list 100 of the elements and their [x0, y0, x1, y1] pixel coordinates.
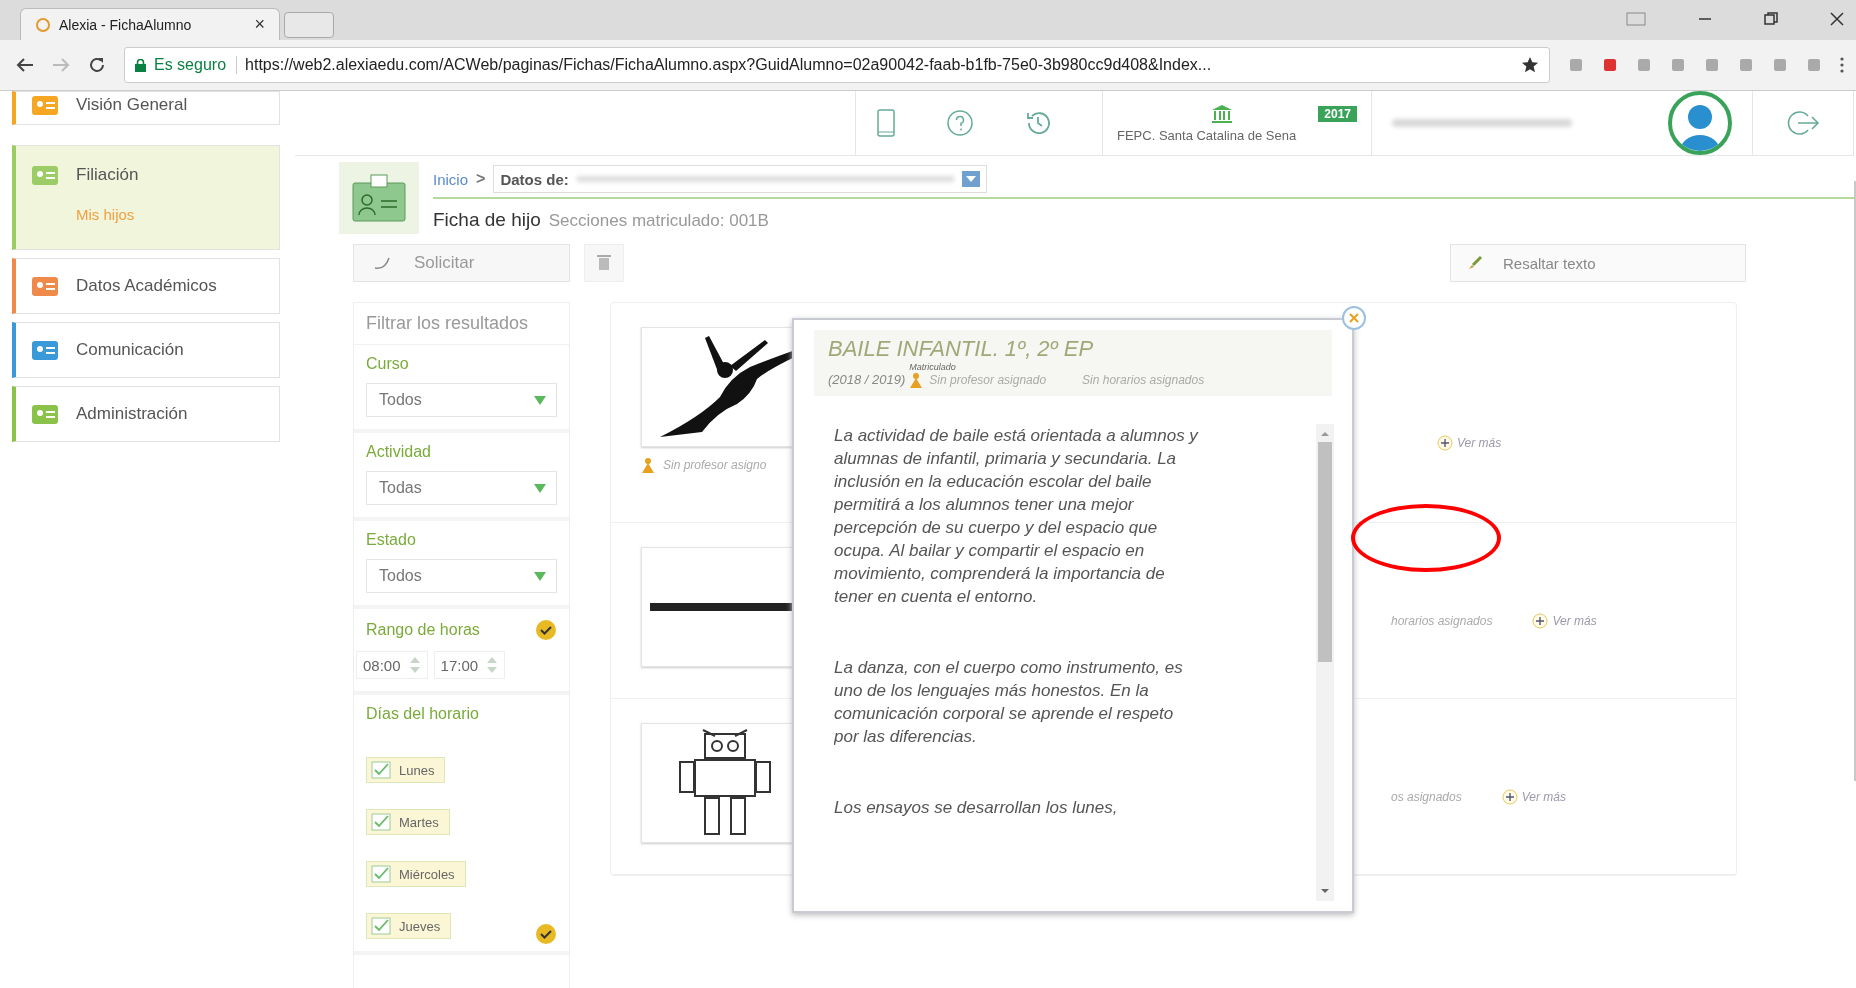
school-name: FEPC. Santa Catalina de Sena: [1117, 127, 1298, 143]
see-more-link[interactable]: Ver más: [1501, 788, 1566, 805]
curve-icon: [374, 256, 392, 270]
filter-label: Estado: [366, 531, 416, 549]
breadcrumb-separator: >: [476, 170, 486, 188]
schedule-text: Sin horarios asignados: [1082, 373, 1205, 387]
day-checkbox[interactable]: Lunes: [366, 757, 446, 783]
highlight-text-button[interactable]: Resaltar texto: [1450, 244, 1746, 282]
logout-icon[interactable]: [1786, 108, 1820, 138]
enrollment-status: Matriculado: [909, 362, 957, 372]
school-building-icon: [1211, 103, 1233, 124]
popup-scrollbar[interactable]: [1316, 424, 1334, 901]
home-link[interactable]: Inicio: [433, 170, 469, 188]
dropdown-arrow-icon: [532, 481, 548, 495]
filter-label: Rango de horas: [366, 621, 480, 639]
check-badge-icon: [535, 619, 557, 641]
filter-label: Actividad: [366, 443, 431, 461]
see-more-link[interactable]: Ver más: [1532, 612, 1597, 629]
checkbox-icon: [371, 761, 391, 779]
person-icon: [909, 372, 924, 388]
new-tab-button[interactable]: [284, 12, 334, 38]
plus-circle-icon: [1437, 434, 1453, 451]
sidebar-item[interactable]: Administración: [12, 386, 280, 442]
year-badge: 2017: [1318, 105, 1357, 122]
filter-select[interactable]: Todos: [366, 383, 557, 417]
reload-icon[interactable]: [88, 56, 106, 74]
sidebar-label: Visión General: [76, 95, 188, 115]
description-paragraph: Los ensayos se desarrollan los lunes,: [834, 797, 1119, 819]
school-year: (2018 / 2019): [828, 371, 906, 388]
see-more-link[interactable]: Ver más: [1437, 434, 1502, 451]
sidebar-label: Datos Académicos: [76, 276, 217, 296]
dropdown-arrow-icon: [532, 569, 548, 583]
check-badge-icon: [535, 923, 557, 945]
page-title: Ficha de hijo: [433, 209, 541, 231]
scroll-down-icon[interactable]: [1320, 887, 1330, 895]
address-field[interactable]: Es seguro https://web2.alexiaedu.com/ACWeb/paginas/Fichas/FichaAlumno.aspx?GuidAlumno=02a90042-faab-b1fb-75e0-3b980cc9d408&Index...: [124, 47, 1550, 83]
back-icon[interactable]: [16, 57, 34, 73]
security-label: Es seguro: [154, 56, 238, 74]
filter-label: Curso: [366, 355, 409, 373]
extension-icon[interactable]: [1602, 57, 1618, 73]
sidebar-item[interactable]: Filiación Mis hijos: [12, 145, 280, 250]
lock-icon: [135, 58, 146, 72]
delete-button[interactable]: [584, 244, 624, 282]
filter-title: Filtrar los resultados: [354, 303, 569, 345]
extension-icon[interactable]: [1806, 57, 1822, 73]
restore-icon[interactable]: [1764, 12, 1778, 26]
sidebar-label: Comunicación: [76, 340, 184, 360]
extension-icon[interactable]: [1670, 57, 1686, 73]
time-spinner[interactable]: 08:00: [356, 651, 428, 679]
extension-icon[interactable]: [1636, 57, 1652, 73]
checkbox-icon: [371, 865, 391, 883]
sidebar-item[interactable]: Comunicación: [12, 322, 280, 378]
brush-icon: [1467, 255, 1483, 271]
sidebar-label: Administración: [76, 404, 188, 424]
site-icon: [35, 16, 51, 33]
trash-icon: [596, 252, 612, 271]
dropdown-arrow-icon: [532, 393, 548, 407]
description-paragraph: La danza, con el cuerpo como instrumento, es uno de los lenguajes más honestos. En la comunicación corporal se aprende el respeto por las diferencias.: [834, 657, 1184, 748]
sidebar-label: Filiación: [76, 165, 139, 185]
user-avatar[interactable]: [1668, 91, 1732, 155]
help-icon[interactable]: [946, 109, 974, 137]
day-checkbox[interactable]: Jueves: [366, 913, 452, 939]
checkbox-icon: [371, 917, 391, 935]
activity-title: BAILE INFANTIL. 1º, 2º EP: [828, 336, 1095, 362]
plus-circle-icon: [1501, 788, 1518, 805]
extension-icon[interactable]: [1704, 57, 1720, 73]
filter-label: Días del horario: [366, 705, 479, 723]
forward-icon[interactable]: [52, 57, 70, 73]
extension-icon[interactable]: [1772, 57, 1788, 73]
url-text: https://web2.alexiaedu.com/ACWeb/paginas/Fichas/FichaAlumno.aspx?GuidAlumno=02a90042-faab-b1fb-75e0-3b980cc9d408&Index...: [245, 56, 1213, 74]
teacher-text: Sin profesor asignado: [929, 373, 1047, 387]
extension-icon[interactable]: [1738, 57, 1754, 73]
filter-select[interactable]: Todas: [366, 471, 557, 505]
filter-select[interactable]: Todos: [366, 559, 557, 593]
day-checkbox[interactable]: Miércoles: [366, 861, 466, 887]
browser-tab[interactable]: Alexia - FichaAlumno ×: [20, 8, 280, 40]
tab-title: Alexia - FichaAlumno: [59, 16, 193, 33]
plus-circle-icon: [1532, 612, 1549, 629]
teacher-text: Sin profesor asigno: [663, 458, 767, 472]
schedule-text: os asignados: [1391, 789, 1462, 804]
schedule-text: horarios asignados: [1391, 613, 1493, 628]
extension-icon[interactable]: [1568, 57, 1584, 73]
history-icon[interactable]: [1024, 109, 1052, 137]
id-card-icon: [339, 162, 419, 234]
sidebar-item[interactable]: Datos Académicos: [12, 258, 280, 314]
day-checkbox[interactable]: Martes: [366, 809, 450, 835]
close-icon[interactable]: [1830, 12, 1844, 26]
menu-icon[interactable]: [1840, 57, 1844, 73]
description-paragraph: La actividad de baile está orientada a alumnos y alumnas de infantil, primaria y secundaria. La inclusión en la educación escolar del baile permitirá a los alumnos tener una mejor percepción de su cuerpo y del espacio que ocupa. Al bailar y compartir el espacio en movimiento, comprenderá la importancia de tener en cuenta el entorno.: [834, 425, 1199, 608]
sidebar-item[interactable]: Visión General: [12, 91, 280, 125]
close-button[interactable]: [1342, 306, 1366, 330]
scroll-up-icon[interactable]: [1320, 430, 1330, 438]
student-select[interactable]: Datos de:: [493, 165, 988, 193]
star-icon[interactable]: [1521, 56, 1539, 74]
person-icon: [641, 457, 655, 473]
time-spinner[interactable]: 17:00: [433, 651, 506, 679]
mobile-icon[interactable]: [876, 108, 896, 138]
close-icon: [1348, 312, 1360, 324]
checkbox-icon: [371, 813, 391, 831]
tab-close-button[interactable]: ×: [254, 14, 265, 35]
